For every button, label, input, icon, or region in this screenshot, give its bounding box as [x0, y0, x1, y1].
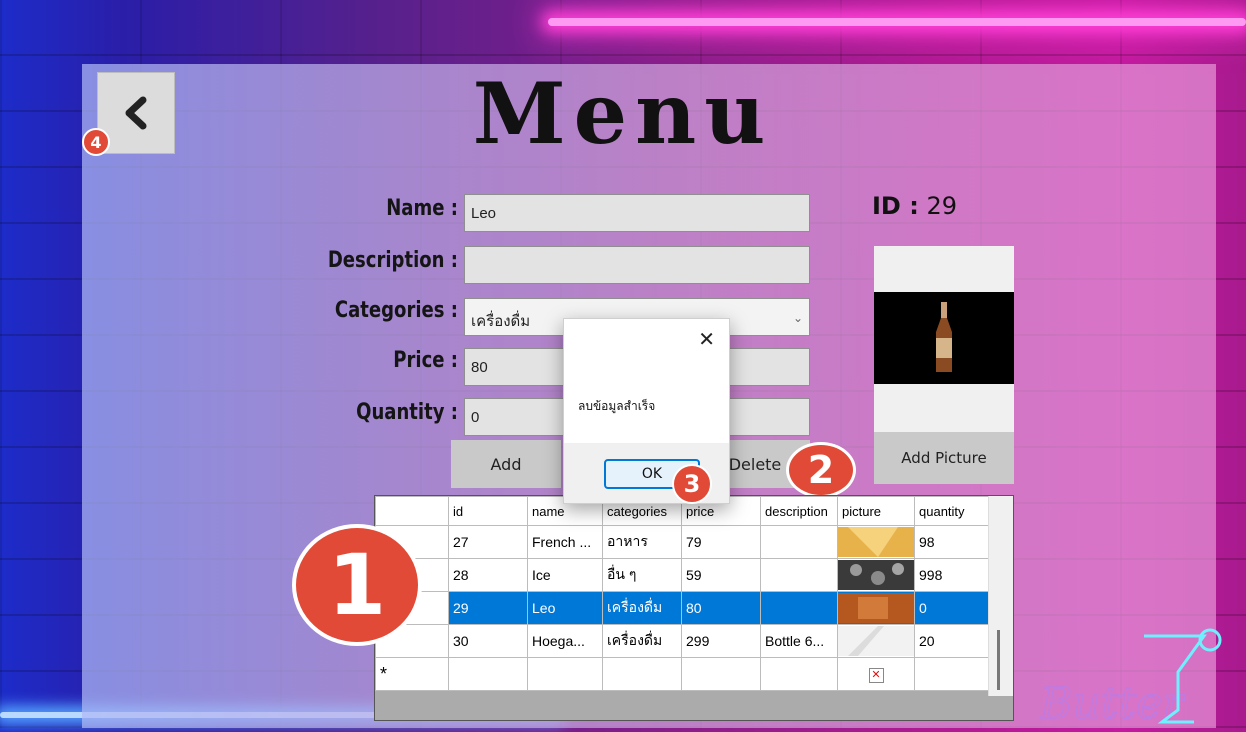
step-badge-3: 3 [672, 464, 712, 504]
cell-picture[interactable] [837, 558, 915, 592]
cell-id[interactable]: 28 [448, 558, 528, 592]
chevron-down-icon: ⌄ [792, 311, 803, 325]
id-value: 29 [926, 192, 957, 220]
menu-table: id name categories price description pic… [375, 496, 994, 691]
column-header[interactable]: description [760, 496, 838, 526]
table-row-selected[interactable]: 29 Leo เครื่องดื่ม 80 0 [375, 591, 994, 625]
scroll-thumb[interactable] [997, 630, 1000, 690]
cell-price[interactable]: 80 [681, 591, 761, 625]
cell-picture[interactable]: ✕ [837, 657, 915, 691]
cell-categories[interactable]: เครื่องดื่ม [602, 624, 682, 658]
cell-price[interactable]: 299 [681, 624, 761, 658]
categories-selected-value: เครื่องดื่ม [471, 313, 531, 330]
column-header[interactable]: quantity [914, 496, 994, 526]
fries-thumbnail [838, 527, 914, 557]
add-picture-button[interactable]: Add Picture [874, 432, 1014, 484]
cocktail-glass-icon: Butter [1038, 628, 1222, 730]
id-display: ID : 29 [872, 192, 957, 220]
row-header-corner [375, 496, 449, 526]
new-row-marker: * [375, 657, 449, 691]
hoegaarden-thumbnail [838, 626, 914, 656]
butter-logo: Butter [1032, 626, 1242, 732]
grid-scrollbar[interactable] [988, 496, 1013, 696]
cell-price[interactable]: 59 [681, 558, 761, 592]
id-label: ID : [872, 192, 919, 220]
cell-description[interactable] [760, 525, 838, 559]
cell-picture[interactable] [837, 525, 915, 559]
table-row[interactable]: 30 Hoega... เครื่องดื่ม 299 Bottle 6... … [375, 624, 994, 658]
column-header[interactable]: id [448, 496, 528, 526]
cell-id[interactable]: 27 [448, 525, 528, 559]
cell-name[interactable]: Hoega... [527, 624, 603, 658]
cell-categories[interactable]: เครื่องดื่ม [602, 591, 682, 625]
cell-quantity[interactable]: 20 [914, 624, 994, 658]
menu-data-grid[interactable]: id name categories price description pic… [374, 495, 1014, 721]
cell-quantity[interactable]: 98 [914, 525, 994, 559]
cell-name[interactable]: Leo [527, 591, 603, 625]
step-badge-2: 2 [786, 442, 856, 498]
cell-description[interactable]: Bottle 6... [760, 624, 838, 658]
page-title: Menu [472, 64, 774, 163]
categories-label: Categories : [334, 298, 458, 323]
price-label: Price : [393, 348, 458, 373]
table-row[interactable]: 28 Ice อื่น ๆ 59 998 [375, 558, 994, 592]
description-field[interactable] [464, 246, 810, 284]
picture-preview [874, 246, 1014, 432]
name-label: Name : [386, 196, 458, 221]
add-button[interactable]: Add [451, 440, 561, 488]
cell-id[interactable]: 30 [448, 624, 528, 658]
cell-price[interactable]: 79 [681, 525, 761, 559]
cell-id[interactable]: 29 [448, 591, 528, 625]
broken-image-icon: ✕ [868, 668, 884, 683]
cell-quantity[interactable]: 0 [914, 591, 994, 625]
description-label: Description : [327, 248, 458, 273]
cell-categories[interactable]: อื่น ๆ [602, 558, 682, 592]
cell-picture[interactable] [837, 591, 915, 625]
table-new-row[interactable]: * ✕ [375, 657, 994, 691]
cell-description[interactable] [760, 591, 838, 625]
beer-bottle-image [936, 302, 952, 372]
cell-name[interactable]: Ice [527, 558, 603, 592]
cell-quantity[interactable]: 998 [914, 558, 994, 592]
beer-thumbnail [838, 593, 914, 623]
cell-name[interactable]: French ... [527, 525, 603, 559]
neon-light-top [548, 18, 1246, 26]
dialog-message: ลบข้อมูลสำเร็จ [578, 399, 656, 413]
quantity-label: Quantity : [356, 400, 458, 425]
column-header[interactable]: picture [837, 496, 915, 526]
table-row[interactable]: 27 French ... อาหาร 79 98 [375, 525, 994, 559]
name-field[interactable]: Leo [464, 194, 810, 232]
step-badge-1: 1 [292, 524, 422, 646]
cell-categories[interactable]: อาหาร [602, 525, 682, 559]
ice-thumbnail [838, 560, 914, 590]
close-icon[interactable]: ✕ [698, 327, 715, 351]
cell-picture[interactable] [837, 624, 915, 658]
cell-description[interactable] [760, 558, 838, 592]
